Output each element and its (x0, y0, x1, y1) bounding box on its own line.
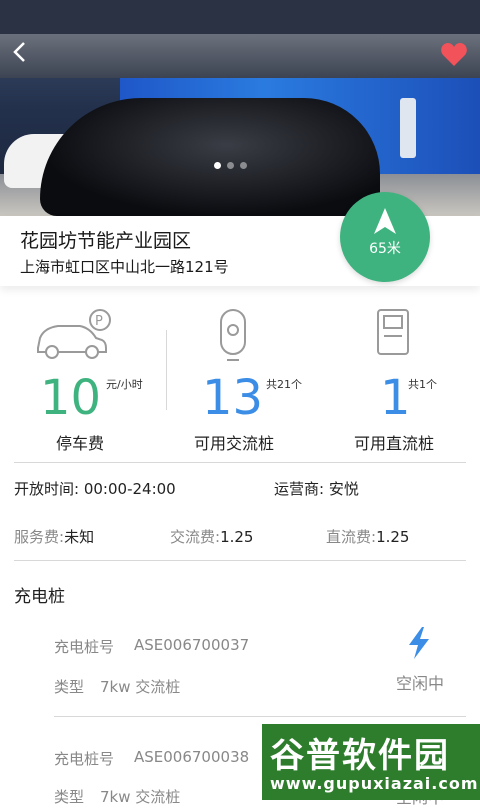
ac-available-label: 可用交流桩 (193, 434, 274, 453)
chevron-left-icon (13, 42, 25, 62)
pile-number-label: 充电桩号 (54, 638, 115, 656)
pile-type-label: 类型 (54, 788, 85, 806)
parking-fee-label: 停车费 (55, 434, 104, 453)
pile-number-label: 充电桩号 (54, 750, 115, 768)
navigate-button[interactable]: 65米 (340, 192, 430, 282)
divider (54, 716, 466, 717)
photo-black-car (40, 98, 380, 216)
watermark-title: 谷普软件园 (270, 736, 450, 776)
lightning-icon (409, 627, 429, 659)
ac-available-value: 13 (202, 370, 264, 426)
svg-text:P: P (95, 314, 103, 329)
photo-ceiling (0, 34, 480, 78)
ac-fee: 交流费:1.25 (170, 526, 253, 547)
favorite-button[interactable] (440, 42, 468, 68)
site-watermark: 谷普软件园 www.gupuxiazai.com (262, 724, 480, 800)
car-parking-icon: P (37, 309, 111, 359)
pile-status: 空闲中 (396, 674, 445, 693)
back-button[interactable] (10, 40, 34, 64)
open-hours: 开放时间: 00:00-24:00 (14, 478, 176, 499)
dc-available-label: 可用直流桩 (353, 434, 434, 453)
carousel-indicator (214, 154, 253, 173)
divider (14, 462, 466, 463)
ac-fee-value: 1.25 (220, 528, 254, 546)
operator: 运营商: 安悦 (274, 478, 359, 499)
status-bar (0, 0, 480, 34)
service-fee-label: 服务费: (14, 528, 65, 546)
parking-fee-unit: 元/小时 (106, 378, 143, 391)
pile-type: 7kw 交流桩 (100, 788, 181, 806)
service-fee-value: 未知 (64, 528, 95, 546)
parking-fee-value: 10 (40, 370, 102, 426)
dc-available-value: 1 (380, 370, 411, 426)
ac-charger-icon (220, 309, 246, 361)
piles-section-title: 充电桩 (14, 587, 65, 607)
station-photo[interactable] (0, 34, 480, 216)
pile-number: ASE006700038 (134, 748, 250, 766)
open-hours-label: 开放时间: (14, 480, 80, 498)
stat-dc: 1 共1个 可用直流桩 (314, 300, 474, 458)
distance-label: 65米 (369, 241, 401, 257)
ac-fee-label: 交流费: (170, 528, 221, 546)
dc-fee-value: 1.25 (376, 528, 410, 546)
stat-parking: P 10 元/小时 停车费 (0, 300, 160, 458)
carousel-dot (214, 162, 221, 169)
divider (14, 560, 466, 561)
pile-number: ASE006700037 (134, 636, 250, 654)
dc-fee-label: 直流费: (326, 528, 377, 546)
open-hours-value: 00:00-24:00 (83, 480, 176, 498)
operator-label: 运营商: (274, 480, 325, 498)
dc-total-unit: 共1个 (408, 378, 437, 391)
dc-fee: 直流费:1.25 (326, 526, 409, 547)
carousel-dot (240, 162, 247, 169)
navigation-arrow-icon (374, 208, 396, 234)
watermark-url: www.gupuxiazai.com (270, 774, 479, 793)
dc-charger-icon (377, 309, 409, 355)
station-name: 花园坊节能产业园区 (20, 230, 192, 252)
stat-ac: 13 共21个 可用交流桩 (154, 300, 314, 458)
service-fee: 服务费:未知 (14, 526, 94, 547)
heart-icon (441, 43, 467, 66)
pile-type-label: 类型 (54, 678, 85, 696)
ac-total-unit: 共21个 (266, 378, 302, 391)
station-address: 上海市虹口区中山北一路121号 (20, 258, 229, 276)
operator-value: 安悦 (328, 480, 359, 498)
photo-charger (400, 98, 416, 158)
pile-type: 7kw 交流桩 (100, 678, 181, 696)
carousel-dot (227, 162, 234, 169)
